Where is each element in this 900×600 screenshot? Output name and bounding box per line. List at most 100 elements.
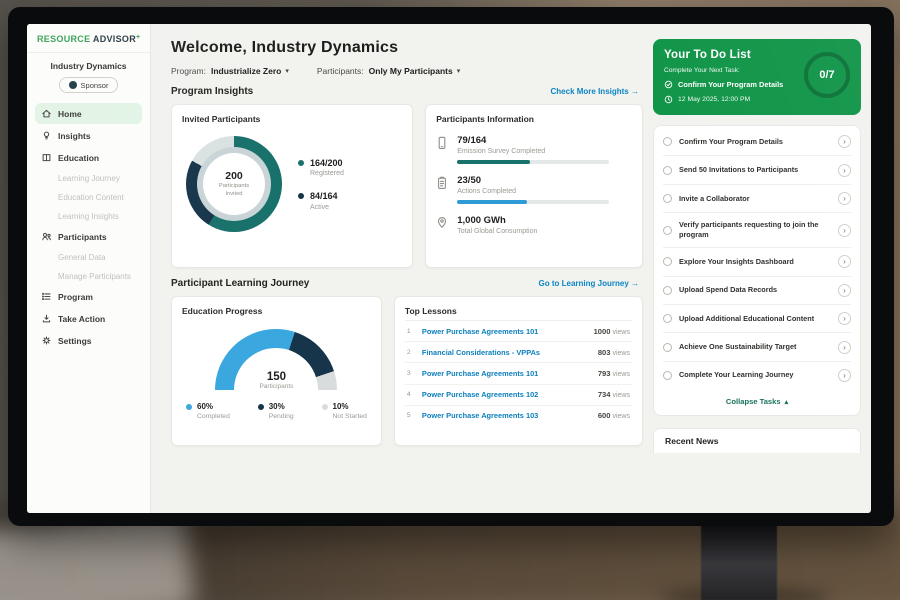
page-title: Welcome, Industry Dynamics [171,39,643,57]
lesson-row[interactable]: 2 Financial Considerations - VPPAs 803vi… [405,342,632,363]
task-upload-educational-content[interactable]: Upload Additional Educational Content › [663,305,851,333]
section-title: Participant Learning Journey [171,278,309,289]
task-verify-participants[interactable]: Verify participants requesting to join t… [663,213,851,248]
gear-icon [41,335,52,346]
gauge-legend: 60% Completed 30% Pending [182,402,371,420]
lesson-link[interactable]: Power Purchase Agreements 103 [422,411,590,420]
task-explore-insights[interactable]: Explore Your Insights Dashboard › [663,248,851,276]
task-label: Achieve One Sustainability Target [679,342,831,352]
chevron-right-icon[interactable]: › [838,164,851,177]
sidebar-item-take-action[interactable]: Take Action [35,308,142,329]
task-checkbox[interactable] [663,371,672,380]
monitor-bezel: RESOURCE ADVISOR+ Industry Dynamics Spon… [8,7,894,526]
task-checkbox[interactable] [663,257,672,266]
lesson-row[interactable]: 1 Power Purchase Agreements 101 1000view… [405,321,632,342]
task-label: Complete Your Learning Journey [679,370,831,380]
task-confirm-program-details[interactable]: Confirm Your Program Details › [663,128,851,156]
sidebar-item-insights[interactable]: Insights [35,125,142,146]
task-checkbox[interactable] [663,226,672,235]
chevron-right-icon[interactable]: › [838,255,851,268]
card-title: Top Lessons [405,306,632,321]
lesson-row[interactable]: 3 Power Purchase Agreements 101 793views [405,363,632,384]
sidebar-item-label: Take Action [58,314,105,324]
learning-journey-header: Participant Learning Journey Go to Learn… [171,278,639,289]
legend-not-started: 10% Not Started [322,402,367,420]
sidebar-item-learning-journey[interactable]: Learning Journey [35,169,142,187]
gauge-center: 150 Participants [215,371,337,390]
legend-dot [258,404,264,410]
stat-label: Actions Completed [457,188,609,195]
chevron-right-icon[interactable]: › [838,135,851,148]
task-label: Confirm Your Program Details [679,137,831,147]
insights-cards-row: Invited Participants 200 Participants In… [171,104,643,268]
sidebar-item-manage-participants[interactable]: Manage Participants [35,267,142,285]
participants-filter-dropdown[interactable]: Participants: Only My Participants ▾ [317,66,460,76]
sidebar-item-home[interactable]: Home [35,103,142,124]
program-filter-value: Industrialize Zero [211,66,281,76]
chevron-right-icon[interactable]: › [838,341,851,354]
task-send-invitations[interactable]: Send 50 Invitations to Participants › [663,156,851,184]
sidebar-item-settings[interactable]: Settings [35,330,142,351]
legend-label: Completed [197,413,230,420]
todo-next-task-label: Confirm Your Program Details [678,80,783,89]
lesson-link[interactable]: Power Purchase Agreements 102 [422,390,590,399]
lesson-link[interactable]: Financial Considerations - VPPAs [422,348,590,357]
task-checkbox[interactable] [663,286,672,295]
donut-legend: 164/200 Registered 84/164 Active [298,158,344,211]
sidebar-divider [27,52,150,53]
lesson-link[interactable]: Power Purchase Agreements 101 [422,369,590,378]
stat-value: 23/50 [457,175,609,186]
task-checkbox[interactable] [663,194,672,203]
task-label: Verify participants requesting to join t… [679,220,831,240]
task-checkbox[interactable] [663,314,672,323]
legend-label: Pending [269,413,294,420]
logo-plus: + [136,34,140,41]
clipboard-icon [436,176,448,190]
task-invite-collaborator[interactable]: Invite a Collaborator › [663,185,851,213]
stat-label: Emission Survey Completed [457,148,609,155]
task-label: Upload Additional Educational Content [679,314,831,324]
logo-advisor: ADVISOR [93,34,136,44]
lesson-link[interactable]: Power Purchase Agreements 101 [422,327,586,336]
legend-dot [186,404,192,410]
chevron-up-icon: ▴ [785,398,789,406]
chevron-right-icon[interactable]: › [838,224,851,237]
task-label: Explore Your Insights Dashboard [679,257,831,267]
lesson-views: 793views [598,369,630,378]
sponsor-icon [69,81,77,89]
legend-value: 10% [333,402,367,411]
donut-center-label: Participants Invited [213,183,255,198]
sidebar-item-program[interactable]: Program [35,286,142,307]
sidebar-item-participants[interactable]: Participants [35,226,142,247]
task-upload-spend-data[interactable]: Upload Spend Data Records › [663,277,851,305]
collapse-tasks-button[interactable]: Collapse Tasks ▴ [663,389,851,413]
lesson-rank: 4 [407,391,414,398]
card-title: Education Progress [182,306,371,316]
task-achieve-sustainability-target[interactable]: Achieve One Sustainability Target › [663,333,851,361]
program-filter-dropdown[interactable]: Program: Industrialize Zero ▾ [171,66,289,76]
lesson-row[interactable]: 5 Power Purchase Agreements 103 600views [405,406,632,426]
sponsor-badge[interactable]: Sponsor [59,77,119,93]
task-label: Upload Spend Data Records [679,285,831,295]
book-icon [41,152,52,163]
chevron-right-icon[interactable]: › [838,284,851,297]
task-checkbox[interactable] [663,137,672,146]
legend-dot [298,160,304,166]
sidebar-item-education[interactable]: Education [35,147,142,168]
go-to-learning-journey-link[interactable]: Go to Learning Journey → [539,279,639,288]
sidebar-item-education-content[interactable]: Education Content [35,188,142,206]
check-more-insights-link[interactable]: Check More Insights → [551,87,639,96]
sidebar-item-learning-insights[interactable]: Learning Insights [35,207,142,225]
link-label: Go to Learning Journey [539,279,629,288]
chevron-right-icon[interactable]: › [838,192,851,205]
sidebar-item-general-data[interactable]: General Data [35,248,142,266]
invited-participants-donut-chart: 200 Participants Invited [186,136,282,232]
task-checkbox[interactable] [663,343,672,352]
filters-row: Program: Industrialize Zero ▾ Participan… [171,66,643,76]
chevron-right-icon[interactable]: › [838,312,851,325]
task-checkbox[interactable] [663,166,672,175]
task-complete-learning-journey[interactable]: Complete Your Learning Journey › [663,362,851,389]
chevron-down-icon: ▾ [457,67,461,75]
lesson-row[interactable]: 4 Power Purchase Agreements 102 734views [405,385,632,406]
chevron-right-icon[interactable]: › [838,369,851,382]
